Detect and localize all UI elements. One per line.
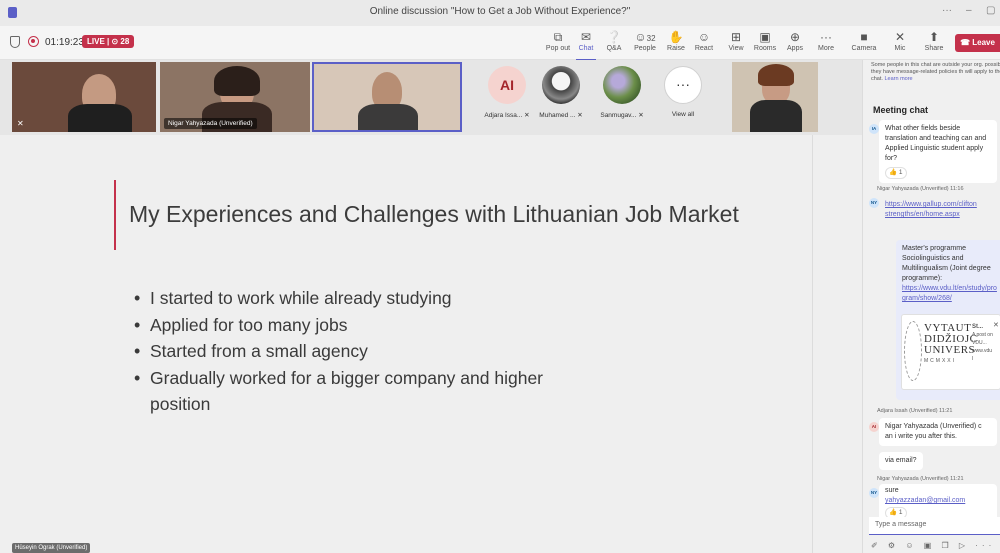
chat-heading: Meeting chat xyxy=(873,105,929,115)
slide-divider xyxy=(812,135,813,553)
mic-off-icon: ✕ xyxy=(638,112,644,119)
message-link[interactable]: https://www.gallup.com/clifton strengths… xyxy=(885,201,977,218)
slide-accent-bar xyxy=(114,180,116,250)
smiley-icon: ☺ xyxy=(697,30,711,44)
avatar: IA xyxy=(869,124,879,134)
email-link[interactable]: yahyazzadan@gmail.com xyxy=(885,496,991,506)
share-button[interactable]: ⬆ Share xyxy=(916,29,952,59)
meeting-timer: 01:19:23 xyxy=(45,37,84,48)
link-preview-card[interactable]: VYTAUT DIDŽIOJC UNIVERS MCMXXI St... A p… xyxy=(901,314,1000,390)
participant-name-label: Nigar Yahyazada (Unverified) xyxy=(164,118,257,129)
avatar: NY xyxy=(869,488,879,498)
presenter-name-label: Hüseyin Ograk (Unverified) xyxy=(12,543,91,553)
mic-off-icon: ✕ xyxy=(577,112,583,119)
minimize-icon[interactable]: – xyxy=(966,5,972,16)
slide-bullet: Started from a small agency xyxy=(134,338,590,365)
external-org-notice: Some people in this chat are outside you… xyxy=(871,62,1000,82)
video-tile[interactable]: ✕ xyxy=(12,62,156,132)
avatar xyxy=(603,66,641,104)
avatar: AI xyxy=(869,422,879,432)
participant-avatar[interactable]: AI Adjara Issa... ✕ xyxy=(482,66,532,119)
slide-bullet: Gradually worked for a bigger company an… xyxy=(134,365,590,418)
mic-button[interactable]: ✕ Mic xyxy=(882,29,918,59)
window-title: Online discussion "How to Get a Job With… xyxy=(369,6,631,17)
participant-avatar[interactable]: Sanmugav... ✕ xyxy=(597,66,647,119)
avatar xyxy=(542,66,580,104)
close-icon[interactable]: ✕ xyxy=(993,321,999,329)
title-bar: Online discussion "How to Get a Job With… xyxy=(0,0,1000,26)
participant-avatar[interactable]: Muhamed ... ✕ xyxy=(536,66,586,119)
chat-message: https://www.gallup.com/clifton strengths… xyxy=(879,196,997,224)
slide-bullet-list: I started to work while already studying… xyxy=(134,285,590,418)
meeting-chat-panel: Some people in this chat are outside you… xyxy=(862,60,1000,553)
maximize-icon[interactable]: ▢ xyxy=(986,5,995,16)
message-meta: Nigar Yahyazada (Unverified) 11:16 xyxy=(877,186,964,192)
compose-toolbar[interactable]: ✐ ⚙ ☺ ▣ ❐ ▷ ··· xyxy=(871,541,995,550)
people-count: 32 xyxy=(646,34,656,43)
slide-bullet: Applied for too many jobs xyxy=(134,312,590,339)
university-seal-icon xyxy=(904,321,922,381)
reaction-badge[interactable]: 👍 1 xyxy=(885,167,907,179)
chat-message: via email? xyxy=(879,452,923,470)
slide-title: My Experiences and Challenges with Lithu… xyxy=(129,201,739,227)
slide-bullet: I started to work while already studying xyxy=(134,285,590,312)
recording-icon xyxy=(28,36,39,47)
ellipsis-icon: ··· xyxy=(664,66,702,104)
message-meta: Nigar Yahyazada (Unverified) 11:21 xyxy=(877,476,964,482)
chat-message-input[interactable]: Type a message xyxy=(869,517,1000,535)
shared-slide: My Experiences and Challenges with Lithu… xyxy=(0,135,862,553)
mic-off-icon: ✕ xyxy=(524,112,530,119)
ellipsis-icon: ··· xyxy=(820,30,832,44)
mic-off-icon: ✕ xyxy=(17,119,24,128)
view-all-button[interactable]: ··· View all xyxy=(658,66,708,118)
avatar: NY xyxy=(869,198,879,208)
camera-icon: ■ xyxy=(860,30,868,44)
video-tile-active-speaker[interactable] xyxy=(312,62,462,132)
more-button[interactable]: ··· More xyxy=(808,29,844,59)
video-tile[interactable] xyxy=(732,62,818,132)
mic-off-icon: ✕ xyxy=(894,30,906,44)
shield-icon xyxy=(10,36,20,48)
avatar: AI xyxy=(488,66,526,104)
more-options-icon[interactable]: ··· xyxy=(942,5,952,16)
chat-message: What other fields beside translation and… xyxy=(879,120,997,183)
video-tile[interactable]: Nigar Yahyazada (Unverified) xyxy=(160,62,310,132)
camera-button[interactable]: ■ Camera xyxy=(846,29,882,59)
share-icon: ⬆ xyxy=(928,30,940,44)
learn-more-link[interactable]: Learn more xyxy=(884,76,912,82)
participant-strip: ✕ Nigar Yahyazada (Unverified) AI Adjara… xyxy=(0,60,862,135)
meeting-toolbar: 01:19:23 LIVE | ⊙ 28 ⧉ Pop out ✉ Chat ❔ Q&A… xyxy=(0,26,1000,61)
message-link[interactable]: https://www.vdu.lt/en/study/program/show… xyxy=(902,284,1000,304)
leave-button[interactable]: ☎ Leave xyxy=(955,34,1000,52)
live-badge[interactable]: LIVE | ⊙ 28 xyxy=(82,35,135,48)
chat-message: Nigar Yahyazada (Unverified) c an i writ… xyxy=(879,418,997,446)
message-meta: Adjara Issah (Unverified) 11:21 xyxy=(877,408,953,414)
react-button[interactable]: ☺ React xyxy=(686,29,722,59)
